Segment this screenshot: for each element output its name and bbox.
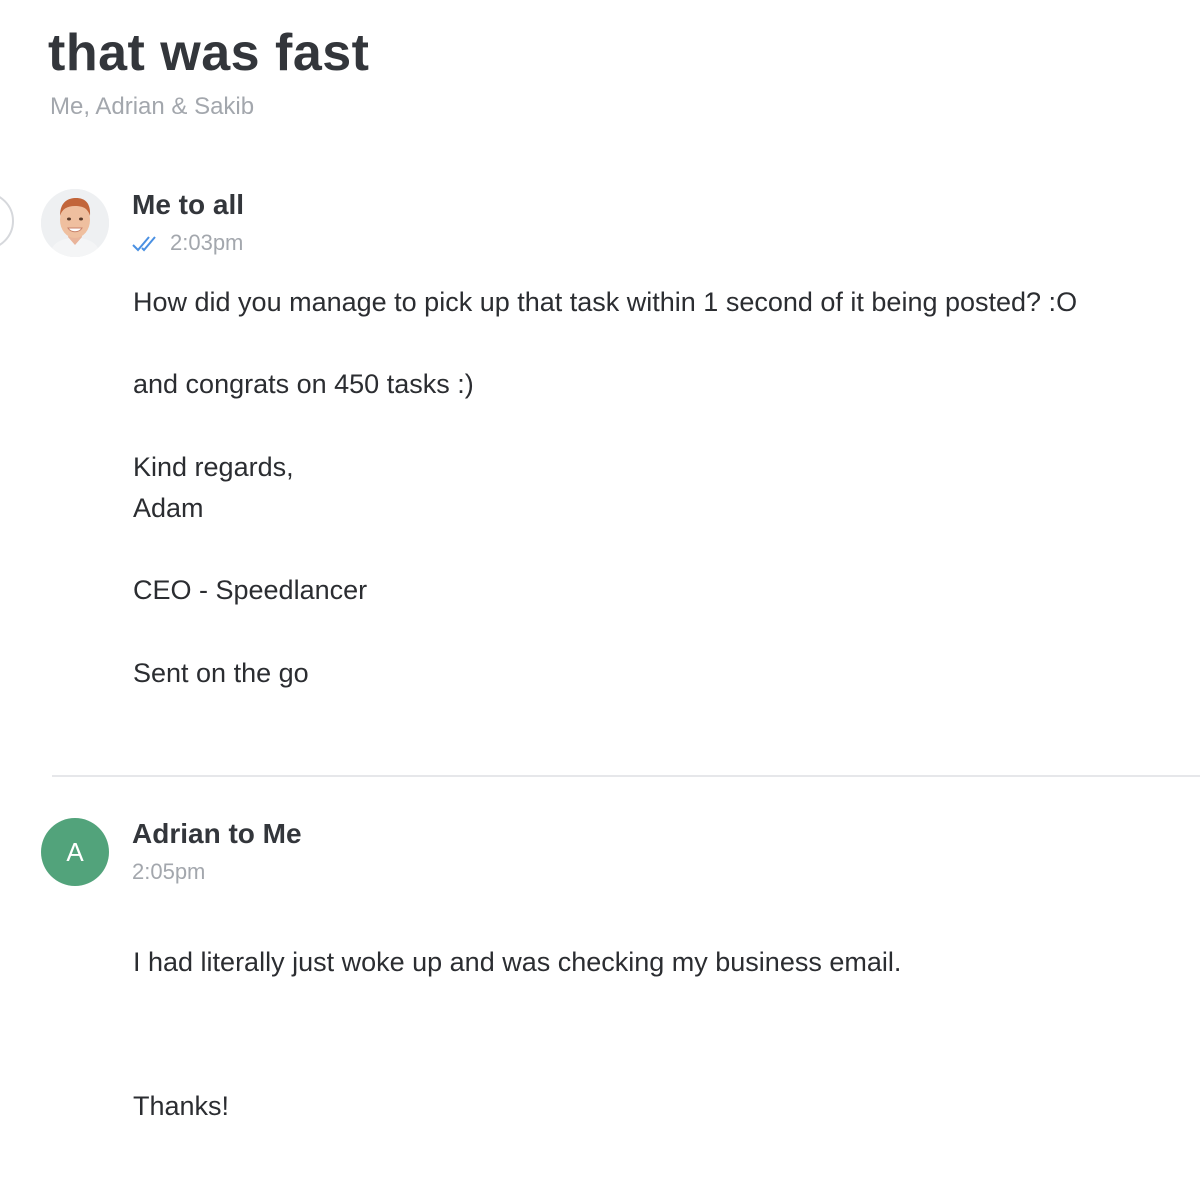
message-body-line: and congrats on 450 tasks :): [133, 369, 474, 399]
message-body-line: Kind regards,: [133, 452, 294, 482]
select-circle[interactable]: [0, 192, 14, 250]
message-sender: Adrian to Me: [132, 818, 302, 849]
avatar-photo: [41, 189, 109, 257]
message-meta: 2:05pm: [132, 858, 205, 886]
sender-avatar[interactable]: A: [41, 818, 109, 886]
double-check-icon: [132, 233, 162, 253]
message-body-line: I had literally just woke up and was che…: [133, 947, 902, 977]
message-body-line: Sent on the go: [133, 658, 309, 688]
message-body-line: CEO - Speedlancer: [133, 575, 368, 605]
message-meta: 2:03pm: [132, 229, 243, 257]
thread-participants[interactable]: Me, Adrian & Sakib: [50, 92, 254, 122]
sender-avatar[interactable]: [41, 189, 109, 257]
message-divider: [52, 775, 1200, 777]
message-body-line: Thanks!: [133, 1091, 230, 1121]
message-time: 2:03pm: [170, 230, 244, 255]
thread-title: that was fast: [48, 24, 370, 82]
message-body-line: Adam: [133, 493, 204, 523]
message-sender: Me to all: [132, 189, 245, 220]
message-body-line: How did you manage to pick up that task …: [133, 287, 1078, 317]
message-time: 2:05pm: [132, 859, 206, 884]
